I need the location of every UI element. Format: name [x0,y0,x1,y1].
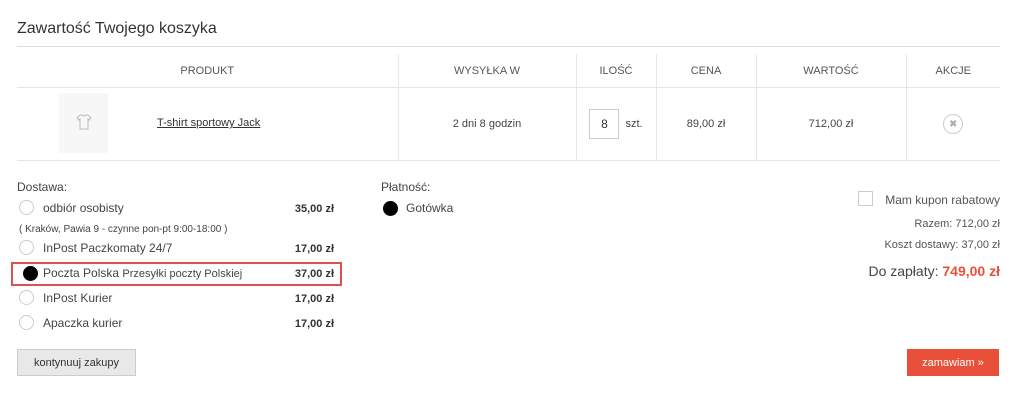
line-value: 712,00 zł [756,87,907,161]
quantity-unit: szt. [625,118,643,130]
coupon-checkbox[interactable] [858,191,873,206]
total-value: 749,00 zł [942,263,1000,279]
radio-personal-pickup[interactable] [19,200,34,215]
radio-poczta-polska[interactable] [23,266,38,281]
delivery-name: odbiór osobisty [43,201,124,215]
col-header-shipping: WYSYŁKA W [398,54,577,88]
total-label: Do zapłaty: [868,263,939,279]
pickup-address-note: ( Kraków, Pawia 9 - czynne pon-pt 9:00-1… [19,224,228,235]
coupon-label[interactable]: Mam kupon rabatowy [885,193,1000,207]
cart-table: PRODUKT WYSYŁKA W ILOŚĆ CENA WARTOŚĆ AKC… [17,54,1000,161]
page-title: Zawartość Twojego koszyka [17,20,217,37]
col-header-actions: AKCJE [906,54,1000,88]
payment-label: Płatność: [381,180,431,194]
tshirt-icon [74,112,94,135]
delivery-description: Przesyłki poczty Polskiej [122,268,243,280]
col-header-price: CENA [656,54,757,88]
delivery-price: 17,00 zł [294,243,334,255]
radio-inpost-kurier[interactable] [19,290,34,305]
table-row: T-shirt sportowy Jack 2 dni 8 godzin 8 s… [17,87,1000,161]
radio-cash[interactable] [383,201,398,216]
col-header-quantity: ILOŚĆ [576,54,657,88]
delivery-name: InPost Kurier [43,291,113,305]
col-header-product: PRODUKT [17,54,399,88]
delivery-name: InPost Paczkomaty 24/7 [43,241,173,255]
radio-apaczka-kurier[interactable] [19,315,34,330]
actions-cell: ✖ [906,87,1000,161]
shipping-time: 2 dni 8 godzin [398,87,577,161]
delivery-price: 37,00 zł [294,268,334,280]
remove-item-button[interactable]: ✖ [943,114,964,134]
grand-total: Do zapłaty: 749,00 zł [868,263,1000,279]
delivery-name: Apaczka kurier [43,316,123,330]
shipping-cost-text: Koszt dostawy: 37,00 zł [884,239,1000,251]
delivery-price: 35,00 zł [294,203,334,215]
unit-price: 89,00 zł [656,87,757,161]
quantity-input[interactable]: 8 [589,109,620,139]
place-order-button[interactable]: zamawiam » [907,349,999,376]
col-header-value: WARTOŚĆ [756,54,907,88]
quantity-cell: 8 szt. [576,87,657,161]
product-cell: T-shirt sportowy Jack [17,87,399,161]
close-icon: ✖ [949,118,958,130]
subtotal-text: Razem: 712,00 zł [914,218,1000,230]
product-thumbnail[interactable] [59,93,108,153]
radio-inpost-paczkomaty[interactable] [19,240,34,255]
product-link[interactable]: T-shirt sportowy Jack [157,117,260,129]
continue-shopping-button[interactable]: kontynuuj zakupy [17,349,136,376]
delivery-label: Dostawa: [17,180,68,194]
title-divider [17,46,1000,47]
delivery-price: 17,00 zł [294,318,334,330]
delivery-name: Poczta Polska [43,266,120,280]
cart-header-row: PRODUKT WYSYŁKA W ILOŚĆ CENA WARTOŚĆ AKC… [17,54,1000,88]
delivery-price: 17,00 zł [294,293,334,305]
payment-name: Gotówka [406,201,454,215]
